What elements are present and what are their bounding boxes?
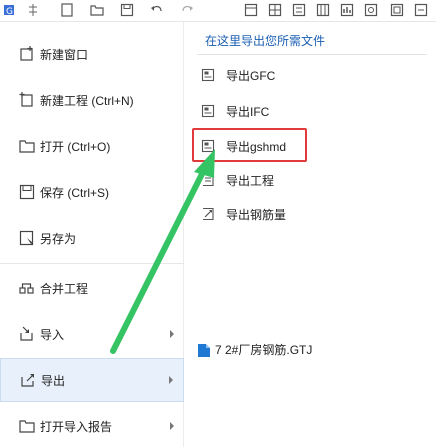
grid-icon[interactable] bbox=[268, 3, 282, 17]
svg-text:G: G bbox=[6, 7, 13, 17]
recent-file-label: 7 2#厂房钢筋.GTJ bbox=[215, 343, 313, 357]
new-project-icon bbox=[18, 91, 36, 109]
app-logo-icon[interactable]: G bbox=[2, 3, 16, 17]
open-report-icon bbox=[18, 417, 36, 435]
panel-header: 在这里导出您所需文件 bbox=[205, 34, 326, 48]
submenu-item-label: 导出IFC bbox=[226, 104, 270, 119]
menu-item-new-window[interactable]: 新建窗口 bbox=[0, 32, 184, 76]
menu-item-label: 导入 bbox=[40, 327, 65, 342]
new-window-icon bbox=[18, 45, 36, 63]
menu-item-label: 打开 (Ctrl+O) bbox=[40, 139, 111, 154]
new-file-icon[interactable] bbox=[60, 3, 74, 17]
chevron-right-icon bbox=[170, 422, 174, 430]
chart-icon[interactable] bbox=[340, 3, 354, 17]
chevron-right-icon bbox=[169, 376, 173, 384]
export-icon bbox=[19, 371, 37, 389]
submenu-item-export-project[interactable]: 导出工程 bbox=[201, 169, 401, 191]
layout-icon[interactable] bbox=[244, 3, 258, 17]
menu-item-import[interactable]: 导入 bbox=[0, 312, 184, 356]
menu-item-label: 打开导入报告 bbox=[40, 419, 113, 434]
undo-icon[interactable] bbox=[150, 3, 164, 17]
export-gfc-icon bbox=[201, 68, 215, 82]
menu-item-label: 新建窗口 bbox=[40, 47, 89, 62]
menu-item-label: 新建工程 (Ctrl+N) bbox=[40, 93, 134, 108]
menu-item-label: 保存 (Ctrl+S) bbox=[40, 185, 110, 200]
submenu-item-label: 导出工程 bbox=[226, 173, 275, 188]
submenu-item-export-rebar[interactable]: 导出钢筋量 bbox=[201, 203, 401, 225]
menu-item-open-import-report[interactable]: 打开导入报告 bbox=[0, 404, 184, 447]
settings-icon[interactable] bbox=[364, 3, 378, 17]
import-icon bbox=[18, 325, 36, 343]
save-as-icon bbox=[18, 229, 36, 247]
menu-item-label: 导出 bbox=[41, 373, 66, 388]
submenu-item-label: 导出钢筋量 bbox=[226, 207, 287, 222]
menu-item-save[interactable]: 保存 (Ctrl+S) bbox=[0, 170, 184, 214]
export-project-icon bbox=[201, 173, 215, 187]
menu-item-new-project[interactable]: 新建工程 (Ctrl+N) bbox=[0, 78, 184, 122]
menu-item-label: 合并工程 bbox=[40, 281, 89, 296]
menu-item-label: 另存为 bbox=[40, 231, 77, 246]
save-icon bbox=[18, 183, 36, 201]
menu-item-merge-project[interactable]: 合并工程 bbox=[0, 266, 184, 310]
file-menu-left: 新建窗口 新建工程 (Ctrl+N) 打开 (Ctrl+O) 保存 (Ctrl+… bbox=[0, 22, 184, 447]
submenu-item-label: 导出GFC bbox=[226, 68, 276, 83]
menu-item-export[interactable]: 导出 bbox=[0, 358, 184, 402]
menu-separator bbox=[0, 263, 184, 264]
quick-access-toolbar: G bbox=[0, 0, 436, 22]
window-icon[interactable] bbox=[390, 3, 404, 17]
highlight-box bbox=[192, 128, 307, 162]
open-folder-icon[interactable] bbox=[90, 3, 104, 17]
help-icon[interactable] bbox=[414, 3, 428, 17]
gtj-file-icon bbox=[197, 342, 213, 358]
submenu-item-export-ifc[interactable]: 导出IFC bbox=[201, 100, 401, 122]
export-submenu-panel: 在这里导出您所需文件 导出GFC 导出IFC 导出gshmd 导出工程 导出钢筋… bbox=[185, 22, 436, 447]
export-rebar-icon bbox=[201, 207, 215, 221]
redo-icon[interactable] bbox=[180, 3, 194, 17]
list-icon[interactable] bbox=[292, 3, 306, 17]
recent-file-item[interactable]: 7 2#厂房钢筋.GTJ bbox=[197, 341, 312, 358]
submenu-item-export-gfc[interactable]: 导出GFC bbox=[201, 64, 401, 86]
panel-divider bbox=[197, 54, 427, 55]
open-folder-icon bbox=[18, 137, 36, 155]
menu-item-save-as[interactable]: 另存为 bbox=[0, 216, 184, 260]
chevron-right-icon bbox=[170, 330, 174, 338]
table-icon[interactable] bbox=[316, 3, 330, 17]
export-ifc-icon bbox=[201, 104, 215, 118]
menu-item-open[interactable]: 打开 (Ctrl+O) bbox=[0, 124, 184, 168]
pin-icon[interactable] bbox=[26, 3, 40, 17]
merge-icon bbox=[18, 279, 36, 297]
save-icon[interactable] bbox=[120, 3, 134, 17]
